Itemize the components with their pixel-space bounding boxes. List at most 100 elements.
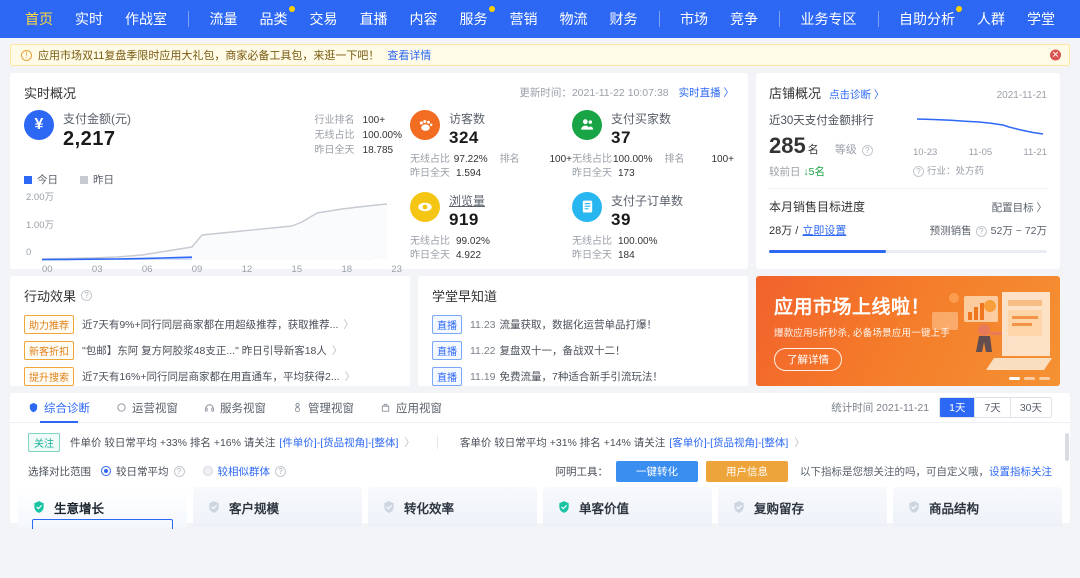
- nav-item-marketing[interactable]: 营销: [499, 0, 549, 38]
- diagnose-link[interactable]: 点击诊断 〉: [829, 87, 884, 102]
- range-7days[interactable]: 7天: [975, 398, 1010, 417]
- radio-similar-group[interactable]: [203, 466, 213, 476]
- tab-label: 运营视窗: [132, 400, 178, 416]
- panel-tabs[interactable]: 综合诊断 运营视窗 服务视窗 管理视窗 应用视窗 统计时间 2021-11-21…: [10, 393, 1070, 423]
- help-icon[interactable]: ?: [275, 466, 286, 477]
- help-icon[interactable]: ?: [174, 466, 185, 477]
- tab-operation-window[interactable]: 运营视窗: [116, 393, 178, 423]
- tab-service-window[interactable]: 服务视窗: [204, 393, 266, 423]
- configure-goal-link[interactable]: 配置目标 〉: [992, 200, 1047, 215]
- help-icon[interactable]: ?: [81, 290, 92, 301]
- promo-banner[interactable]: 应用市场上线啦！ 爆款应用5折秒杀, 必备场景应用一键上手 了解详情: [756, 276, 1060, 386]
- live-stream-link[interactable]: 实时直播 〉: [679, 85, 734, 100]
- course-date: 11.19: [470, 371, 496, 383]
- nav-item-warroom[interactable]: 作战室: [114, 0, 178, 38]
- nav-item-crowd[interactable]: 人群: [966, 0, 1016, 38]
- close-icon[interactable]: ✕: [1050, 50, 1061, 61]
- stat-row: 昨日全天1.594: [410, 167, 572, 181]
- legend-item-today[interactable]: 今日: [24, 172, 58, 187]
- top-navigation[interactable]: 首页 实时 作战室 流量 品类 交易 直播 内容 服务 营销 物流 财务 市场 …: [0, 0, 1080, 38]
- stat-value: 1.594: [456, 167, 481, 181]
- nav-item-home[interactable]: 首页: [14, 0, 64, 38]
- tab-label: 管理视窗: [308, 400, 354, 416]
- metric-card-conversion-efficiency[interactable]: 转化效率: [368, 487, 537, 527]
- legend-item-yesterday[interactable]: 昨日: [80, 172, 114, 187]
- metric-card-per-customer-value[interactable]: 单客价值: [543, 487, 712, 527]
- nav-item-realtime[interactable]: 实时: [64, 0, 114, 38]
- range-selector[interactable]: 1天 7天 30天: [939, 397, 1052, 418]
- page-title: 实时概况: [24, 83, 76, 102]
- range-1day[interactable]: 1天: [940, 398, 975, 417]
- focus-tag: 关注: [28, 433, 60, 452]
- nav-item-category[interactable]: 品类: [249, 0, 299, 38]
- section-title: 行动效果: [24, 286, 76, 305]
- notice-detail-link[interactable]: 查看详情: [387, 47, 431, 63]
- nav-item-self-analysis[interactable]: 自助分析: [888, 0, 966, 38]
- nav-item-market[interactable]: 市场: [669, 0, 719, 38]
- range-30days[interactable]: 30天: [1011, 398, 1051, 417]
- list-item[interactable]: 直播11.23流量获取，数据化运营单品打爆！: [432, 315, 734, 334]
- goal-current: 28万 /: [769, 222, 798, 238]
- tab-comprehensive-diagnosis[interactable]: 综合诊断: [28, 393, 90, 423]
- help-icon[interactable]: ?: [862, 145, 873, 156]
- dot-icon[interactable]: [1009, 377, 1020, 380]
- kpi-label: 浏览量: [449, 192, 485, 209]
- tab-management-window[interactable]: 管理视窗: [292, 393, 354, 423]
- manage-icon: [292, 402, 303, 413]
- dot-icon[interactable]: [1039, 377, 1050, 380]
- list-item[interactable]: 新客折扣"包邮】东阿 复方阿胶浆48支正..." 昨日引导新客18人〉: [24, 341, 396, 360]
- compare-options-row: 选择对比范围 较日常平均 ? 较相似群体 ? 阿明工具： 一键转化 用户信息 以…: [10, 457, 1070, 485]
- nav-item-logistics[interactable]: 物流: [549, 0, 599, 38]
- tab-application-window[interactable]: 应用视窗: [380, 393, 442, 423]
- metric-card-business-growth[interactable]: 生意增长: [18, 487, 187, 527]
- metric-card-customer-scale[interactable]: 客户规模: [193, 487, 362, 527]
- stat-key: 昨日全天: [410, 249, 456, 263]
- radio-daily-average[interactable]: [101, 466, 111, 476]
- alert-link[interactable]: [件单价]-[货品视角]-[整体]: [279, 435, 398, 450]
- alert-link[interactable]: [客单价]-[货品视角]-[整体]: [669, 435, 788, 450]
- shield-icon: [907, 500, 921, 514]
- setup-goal-link[interactable]: 立即设置: [802, 222, 846, 238]
- classroom-list: 直播11.23流量获取，数据化运营单品打爆！ 直播11.22复盘双十一，备战双十…: [432, 315, 734, 386]
- metric-card-tabs[interactable]: 生意增长 客户规模 转化效率 单客价值 复购留存 商品结构: [10, 487, 1070, 527]
- nav-label: 市场: [680, 11, 708, 27]
- nav-item-traffic[interactable]: 流量: [199, 0, 249, 38]
- nav-item-academy[interactable]: 学堂: [1016, 0, 1066, 38]
- nav-item-trade[interactable]: 交易: [299, 0, 349, 38]
- user-info-button[interactable]: 用户信息: [706, 461, 788, 482]
- list-item[interactable]: 助力推荐近7天有9%+同行同层商家都在用超级推荐，获取推荐...〉: [24, 315, 396, 334]
- help-icon[interactable]: ?: [976, 226, 987, 237]
- nav-item-business-zone[interactable]: 业务专区: [790, 0, 868, 38]
- dot-icon[interactable]: [1024, 377, 1035, 380]
- nav-item-content[interactable]: 内容: [399, 0, 449, 38]
- nav-label: 首页: [25, 11, 53, 27]
- kpi-head: 支付买家数 37: [572, 110, 734, 148]
- industry-text: 行业：处方药: [927, 166, 984, 177]
- metric-card-repurchase-retention[interactable]: 复购留存: [718, 487, 887, 527]
- one-click-conversion-button[interactable]: 一键转化: [616, 461, 698, 482]
- nav-item-live[interactable]: 直播: [349, 0, 399, 38]
- chevron-right-icon: 〉: [345, 369, 356, 384]
- action-tag: 助力推荐: [24, 315, 74, 334]
- banner-cta-button[interactable]: 了解详情: [774, 348, 842, 371]
- nav-label: 实时: [75, 11, 103, 27]
- set-metric-focus-link[interactable]: 设置指标关注: [989, 466, 1052, 478]
- scrollbar-thumb[interactable]: [1065, 433, 1069, 461]
- nav-label: 业务专区: [801, 11, 857, 27]
- nav-item-finance[interactable]: 财务: [599, 0, 649, 38]
- nav-label: 财务: [610, 11, 638, 27]
- list-item[interactable]: 直播11.19免费流量，7种适合新手引流玩法！: [432, 367, 734, 386]
- x-tick-label: 00: [42, 264, 53, 275]
- metric-card-product-structure[interactable]: 商品结构: [893, 487, 1062, 527]
- list-item[interactable]: 直播11.22复盘双十一，备战双十二！: [432, 341, 734, 360]
- action-text: "包邮】东阿 复方阿胶浆48支正..." 昨日引导新客18人: [82, 343, 327, 358]
- action-effect-card: 行动效果? 助力推荐近7天有9%+同行同层商家都在用超级推荐，获取推荐...〉 …: [10, 276, 410, 386]
- help-icon[interactable]: ?: [913, 166, 924, 177]
- badge-dot-icon: [956, 6, 962, 12]
- x-tick-label: 18: [341, 264, 352, 275]
- banner-carousel-dots[interactable]: [1009, 377, 1050, 380]
- nav-item-service[interactable]: 服务: [449, 0, 499, 38]
- yuan-icon: ¥: [24, 110, 54, 140]
- nav-item-competition[interactable]: 竞争: [719, 0, 769, 38]
- list-item[interactable]: 提升搜索近7天有16%+同行同层商家都在用直通车，平均获得2...〉: [24, 367, 396, 386]
